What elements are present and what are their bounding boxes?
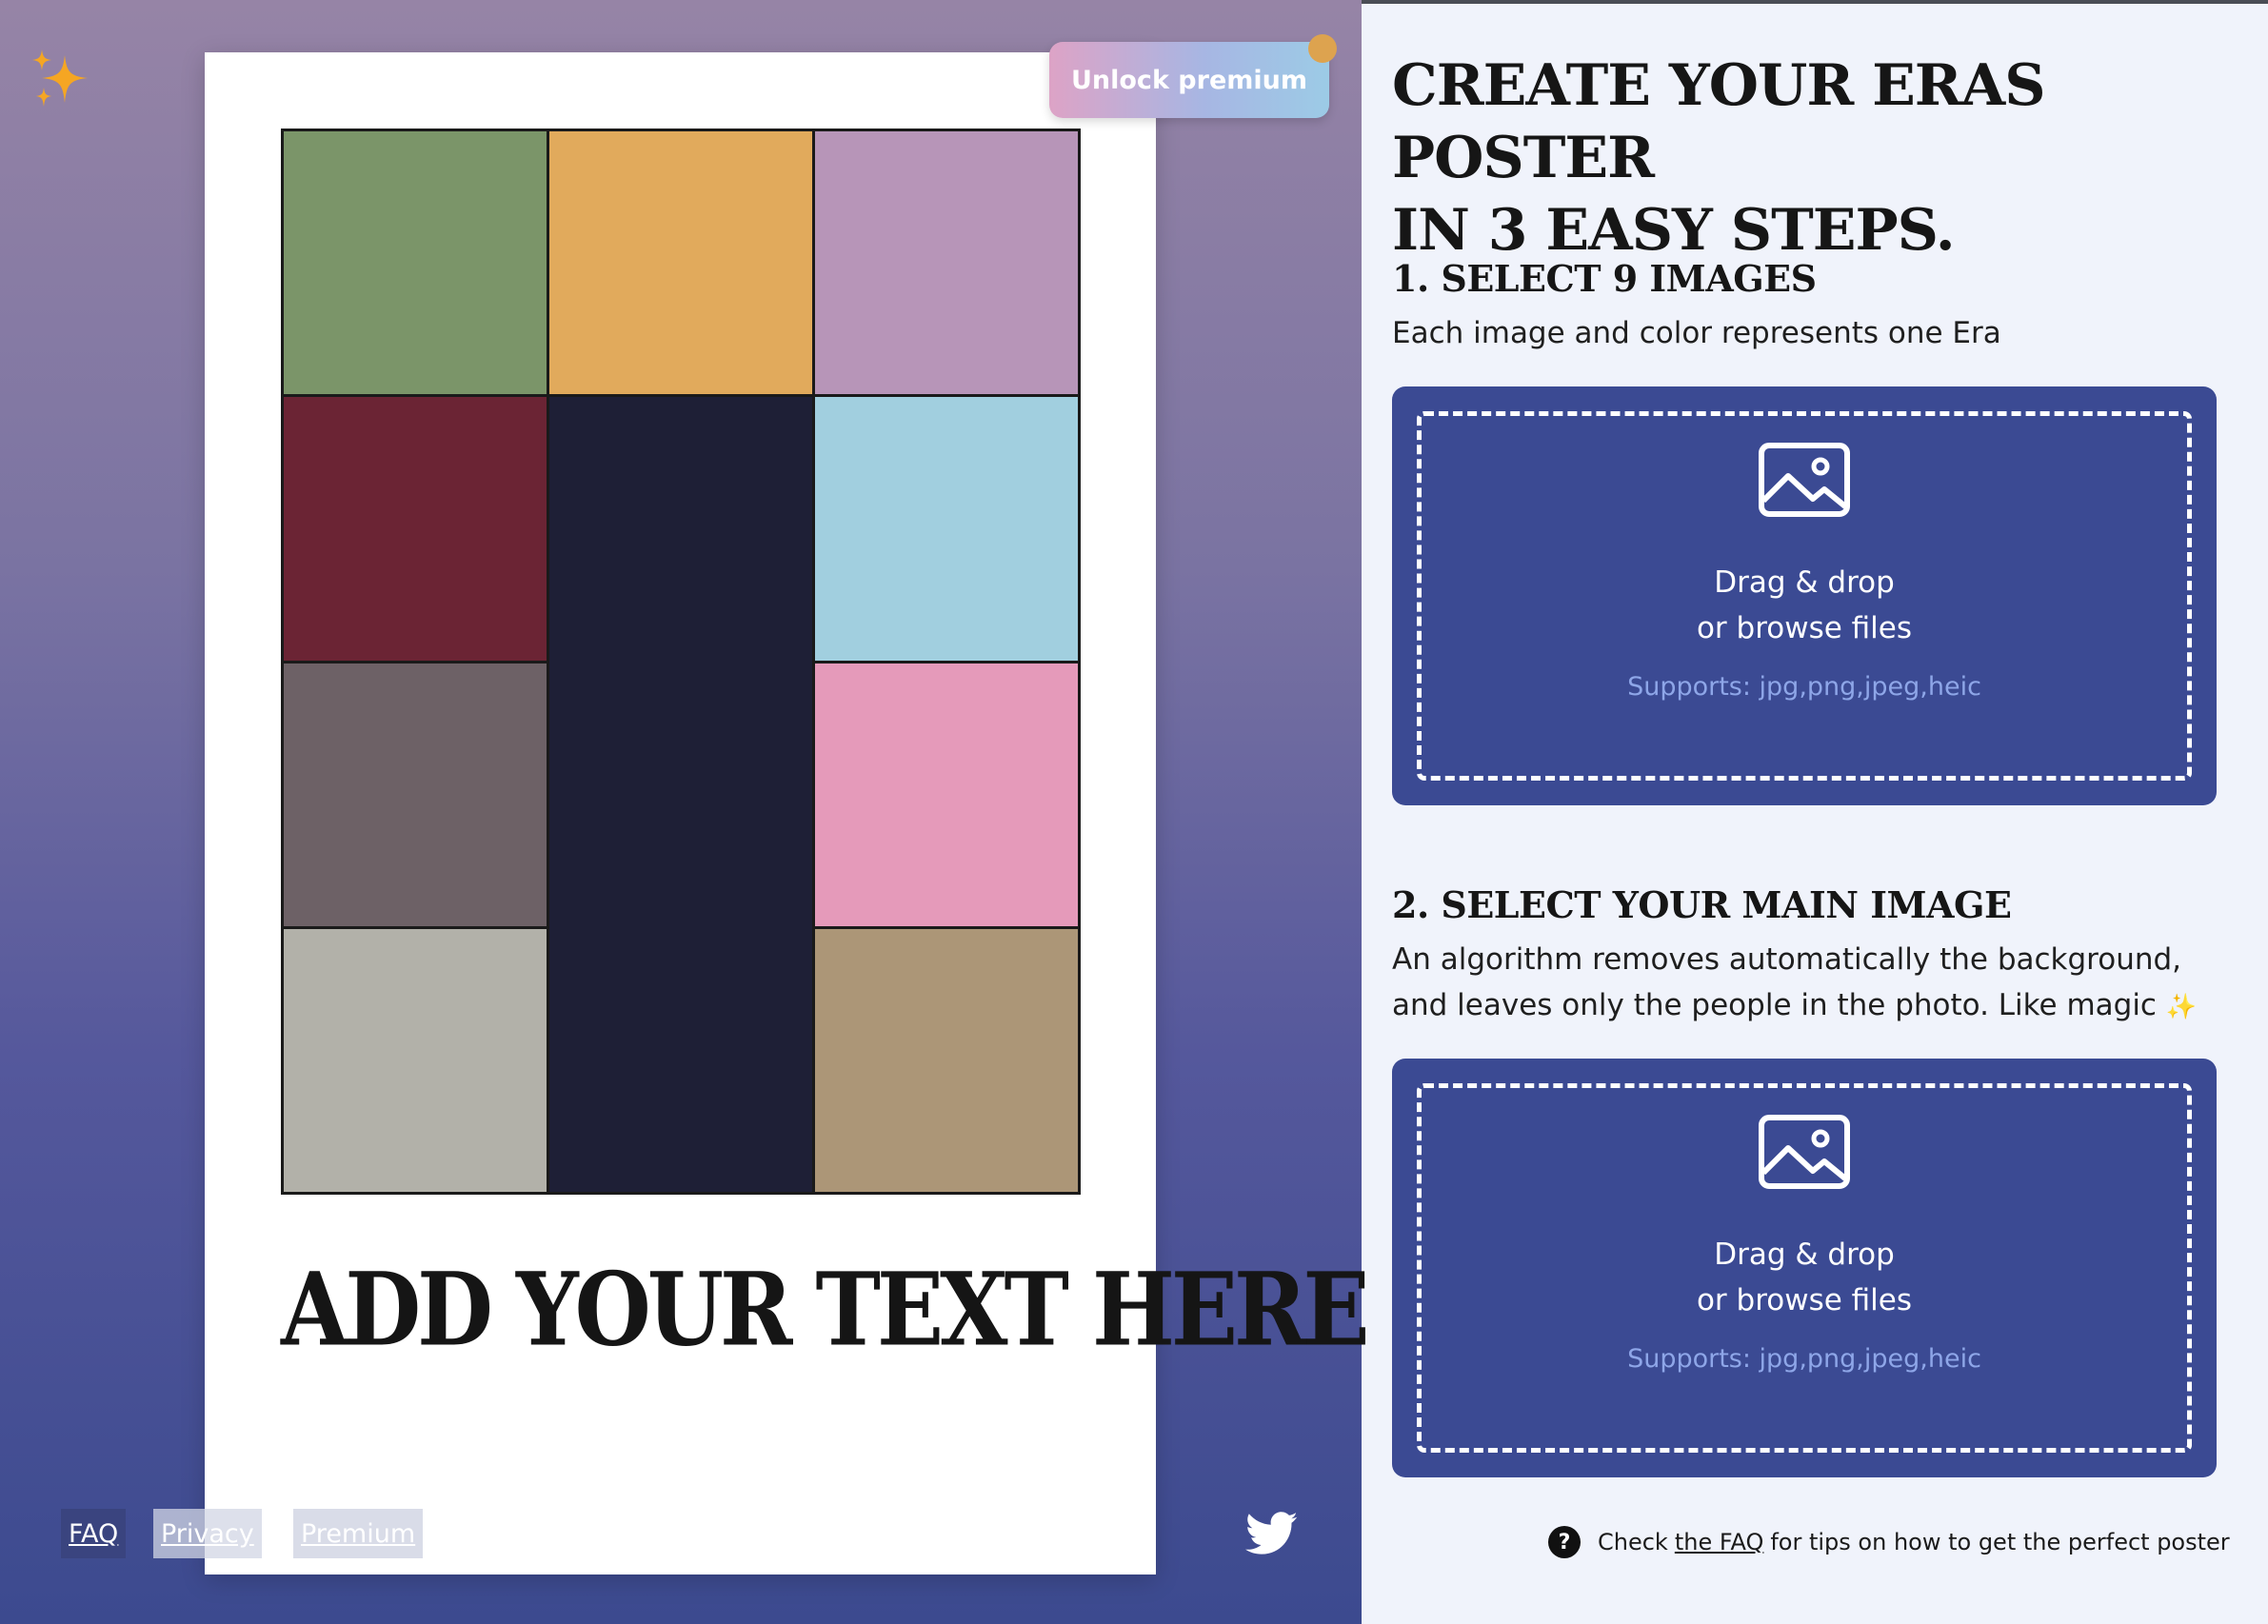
page-title: CREATE YOUR ERAS POSTER IN 3 EASY STEPS.	[1392, 52, 2046, 264]
dropzone-browse-text[interactable]: or browse files	[1392, 611, 2217, 645]
dropzone-browse-text[interactable]: or browse files	[1392, 1283, 2217, 1317]
poster-grid	[281, 129, 1081, 1195]
image-icon	[1759, 1115, 1850, 1189]
era-cell-6[interactable]	[284, 663, 547, 926]
era-cell-5[interactable]	[815, 397, 1078, 661]
era-cell-3[interactable]	[815, 131, 1078, 395]
era-cell-8[interactable]	[284, 928, 547, 1192]
step1-dropzone[interactable]: Drag & drop or browse files Supports: jp…	[1392, 386, 2217, 805]
dropzone-drag-text: Drag & drop	[1714, 1238, 1895, 1272]
footer-privacy-link[interactable]: Privacy	[153, 1509, 262, 1558]
sparkle-icon	[32, 50, 88, 107]
dropzone-drag-text: Drag & drop	[1714, 565, 1895, 600]
footer-faq-link[interactable]: FAQ	[61, 1509, 127, 1558]
sparkle-icon: ✨	[2165, 993, 2198, 1021]
era-cell-2[interactable]	[549, 131, 812, 395]
unlock-premium-button[interactable]: Unlock premium	[1049, 42, 1329, 118]
era-cell-9[interactable]	[815, 928, 1078, 1192]
top-border	[1362, 0, 2268, 4]
tip-faq-link[interactable]: the FAQ	[1675, 1529, 1764, 1555]
poster-preview: ADD YOUR TEXT HERE	[205, 52, 1370, 1574]
dropzone-supported-formats: Supports: jpg,png,jpeg,heic	[1627, 672, 1981, 702]
dropzone-supported-formats: Supports: jpg,png,jpeg,heic	[1627, 1344, 1981, 1374]
era-cell-7[interactable]	[815, 663, 1078, 926]
faq-tip: ? Check the FAQ for tips on how to get t…	[1548, 1523, 2230, 1561]
step2-dropzone[interactable]: Drag & drop or browse files Supports: jp…	[1392, 1059, 2217, 1477]
era-cell-4[interactable]	[284, 397, 547, 661]
help-icon: ?	[1548, 1526, 1581, 1558]
step2-title: 2. SELECT YOUR MAIN IMAGE	[1392, 883, 2012, 926]
notification-dot	[1308, 34, 1337, 63]
step1-description: Each image and color represents one Era	[1392, 316, 2001, 350]
main-image-cell[interactable]	[549, 397, 812, 1192]
step2-description: An algorithm removes automatically the b…	[1392, 942, 2198, 1022]
image-icon	[1759, 443, 1850, 517]
footer-premium-link[interactable]: Premium	[293, 1509, 424, 1558]
era-cell-1[interactable]	[284, 131, 547, 395]
twitter-icon[interactable]	[1245, 1512, 1299, 1555]
poster-text[interactable]: ADD YOUR TEXT HERE	[281, 1259, 1370, 1360]
step1-title: 1. SELECT 9 IMAGES	[1392, 257, 1817, 300]
